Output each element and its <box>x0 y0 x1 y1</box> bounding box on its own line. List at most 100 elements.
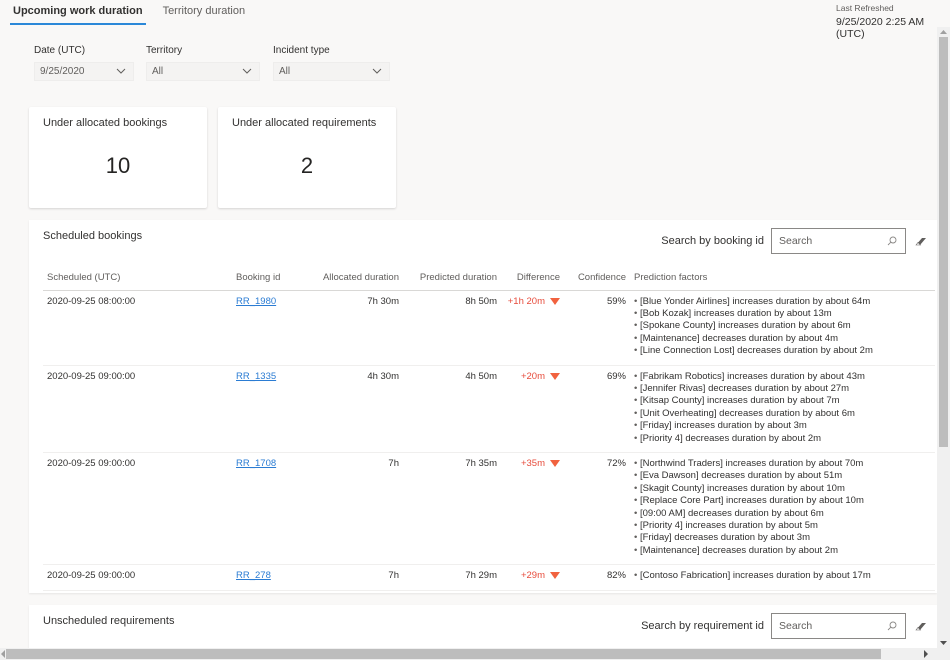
scroll-up-arrow-icon[interactable] <box>940 29 947 35</box>
table-header-row: Scheduled (UTC) Booking id Allocated dur… <box>43 266 935 291</box>
scheduled-bookings-table: Scheduled (UTC) Booking id Allocated dur… <box>43 266 935 591</box>
prediction-factor: [Fabrikam Robotics] increases duration b… <box>634 371 931 383</box>
territory-dropdown-value: All <box>152 66 164 77</box>
kpi-card-under-allocated-bookings: Under allocated bookings 10 <box>29 107 207 208</box>
prediction-factors-list: [Blue Yonder Airlines] increases duratio… <box>634 296 931 358</box>
prediction-factor: [Maintenance] decreases duration by abou… <box>634 545 931 557</box>
difference-value: +35m <box>520 457 545 469</box>
difference-cell: +1h 20m <box>501 290 564 366</box>
scheduled-bookings-panel: Scheduled bookings Search by booking id … <box>29 220 937 593</box>
triangle-down-icon <box>550 297 560 305</box>
confidence-cell: 72% <box>564 452 630 566</box>
booking-search-box[interactable] <box>771 228 906 254</box>
prediction-factor: [Priority 4] decreases duration by about… <box>634 433 931 445</box>
kpi-title: Under allocated bookings <box>43 117 168 129</box>
column-header-booking-id[interactable]: Booking id <box>232 266 306 291</box>
requirement-search-box[interactable] <box>771 613 906 639</box>
column-header-allocated-duration[interactable]: Allocated duration <box>306 266 403 291</box>
prediction-factor: [Line Connection Lost] decreases duratio… <box>634 345 931 357</box>
horizontal-scroll-thumb[interactable] <box>6 649 881 659</box>
scheduled-cell: 2020-09-25 08:00:00 <box>43 290 232 366</box>
scroll-right-arrow-icon[interactable] <box>923 650 929 658</box>
difference-cell: +29m <box>501 564 564 591</box>
column-header-difference[interactable]: Difference <box>501 266 564 291</box>
prediction-factor: [Skagit County] increases duration by ab… <box>634 483 931 495</box>
booking-id-link[interactable]: RR_1335 <box>236 371 276 382</box>
report-canvas: Upcoming work duration Territory duratio… <box>0 0 937 648</box>
allocated-duration-cell: 4h 30m <box>306 365 403 453</box>
eraser-icon[interactable] <box>915 621 927 631</box>
confidence-cell: 82% <box>564 564 630 591</box>
triangle-down-icon <box>550 572 560 580</box>
kpi-value: 10 <box>105 153 131 178</box>
horizontal-scrollbar[interactable] <box>0 648 937 660</box>
date-dropdown[interactable]: 9/25/2020 <box>34 62 134 81</box>
prediction-factor: [Northwind Traders] increases duration b… <box>634 458 931 470</box>
difference-cell: +35m <box>501 452 564 566</box>
booking-id-link[interactable]: RR_1708 <box>236 458 276 469</box>
table-row: 2020-09-25 09:00:00 RR_1335 4h 30m 4h 50m +2… <box>43 365 935 453</box>
last-refreshed-value: 9/25/2020 2:25 AM (UTC) <box>836 16 925 40</box>
prediction-factor: [Priority 4] increases duration by about… <box>634 520 931 532</box>
booking-id-link[interactable]: RR_278 <box>236 570 271 581</box>
last-refreshed: Last Refreshed 9/25/2020 2:25 AM (UTC) <box>836 3 937 40</box>
vertical-scrollbar[interactable] <box>937 27 950 648</box>
search-icon <box>887 236 897 246</box>
booking-search-input[interactable] <box>779 235 879 247</box>
allocated-duration-cell: 7h <box>306 564 403 591</box>
requirement-search-group: Search by requirement id <box>641 613 927 639</box>
date-filter: Date (UTC) 9/25/2020 <box>34 45 134 81</box>
prediction-factors-cell: [Blue Yonder Airlines] increases duratio… <box>630 290 935 366</box>
incident-type-filter: Incident type All <box>273 45 390 81</box>
tab-territory-duration[interactable]: Territory duration <box>156 0 253 26</box>
prediction-factors-list: [Northwind Traders] increases duration b… <box>634 458 931 557</box>
unscheduled-requirements-panel: Unscheduled requirements Search by requi… <box>29 605 937 648</box>
prediction-factor: [Replace Core Part] increases duration b… <box>634 495 931 507</box>
scheduled-cell: 2020-09-25 09:00:00 <box>43 365 232 453</box>
confidence-cell: 59% <box>564 290 630 366</box>
chevron-down-icon <box>372 68 382 74</box>
triangle-down-icon <box>550 372 560 380</box>
prediction-factors-cell: [Contoso Fabrication] increases duration… <box>630 564 935 591</box>
column-header-prediction-factors[interactable]: Prediction factors <box>630 266 935 291</box>
incident-type-dropdown[interactable]: All <box>273 62 390 81</box>
difference-cell: +20m <box>501 365 564 453</box>
date-dropdown-value: 9/25/2020 <box>40 66 85 77</box>
difference-value: +1h 20m <box>507 295 545 307</box>
requirement-search-input[interactable] <box>779 620 879 632</box>
column-header-predicted-duration[interactable]: Predicted duration <box>403 266 501 291</box>
column-header-scheduled[interactable]: Scheduled (UTC) <box>43 266 232 291</box>
prediction-factor: [Bob Kozak] increases duration by about … <box>634 308 931 320</box>
predicted-duration-cell: 7h 35m <box>403 452 501 566</box>
date-filter-label: Date (UTC) <box>34 45 86 56</box>
chevron-down-icon <box>242 68 252 74</box>
difference-value: +20m <box>520 370 545 382</box>
tab-label: Territory duration <box>162 5 246 17</box>
booking-search-label: Search by booking id <box>661 235 764 247</box>
vertical-scroll-thumb[interactable] <box>939 37 948 447</box>
chevron-down-icon <box>116 68 126 74</box>
scroll-down-arrow-icon[interactable] <box>940 640 947 646</box>
prediction-factor: [Jennifer Rivas] decreases duration by a… <box>634 383 931 395</box>
predicted-duration-cell: 7h 29m <box>403 564 501 591</box>
booking-id-cell: RR_278 <box>232 564 306 591</box>
kpi-card-under-allocated-requirements: Under allocated requirements 2 <box>218 107 396 208</box>
tab-upcoming-work-duration[interactable]: Upcoming work duration <box>6 0 150 26</box>
booking-id-link[interactable]: RR_1980 <box>236 296 276 307</box>
prediction-factors-list: [Contoso Fabrication] increases duration… <box>634 570 931 582</box>
territory-filter: Territory All <box>146 45 260 81</box>
last-refreshed-label: Last Refreshed <box>836 3 894 13</box>
predicted-duration-cell: 4h 50m <box>403 365 501 453</box>
booking-id-cell: RR_1335 <box>232 365 306 453</box>
requirement-search-label: Search by requirement id <box>641 620 764 632</box>
prediction-factor: [Kitsap County] increases duration by ab… <box>634 395 931 407</box>
eraser-icon[interactable] <box>915 236 927 246</box>
confidence-cell: 69% <box>564 365 630 453</box>
incident-type-filter-label: Incident type <box>273 45 330 56</box>
prediction-factor: [Contoso Fabrication] increases duration… <box>634 570 931 582</box>
prediction-factors-list: [Fabrikam Robotics] increases duration b… <box>634 371 931 445</box>
allocated-duration-cell: 7h 30m <box>306 290 403 366</box>
prediction-factor: [09:00 AM] decreases duration by about 6… <box>634 508 931 520</box>
territory-dropdown[interactable]: All <box>146 62 260 81</box>
column-header-confidence[interactable]: Confidence <box>564 266 630 291</box>
